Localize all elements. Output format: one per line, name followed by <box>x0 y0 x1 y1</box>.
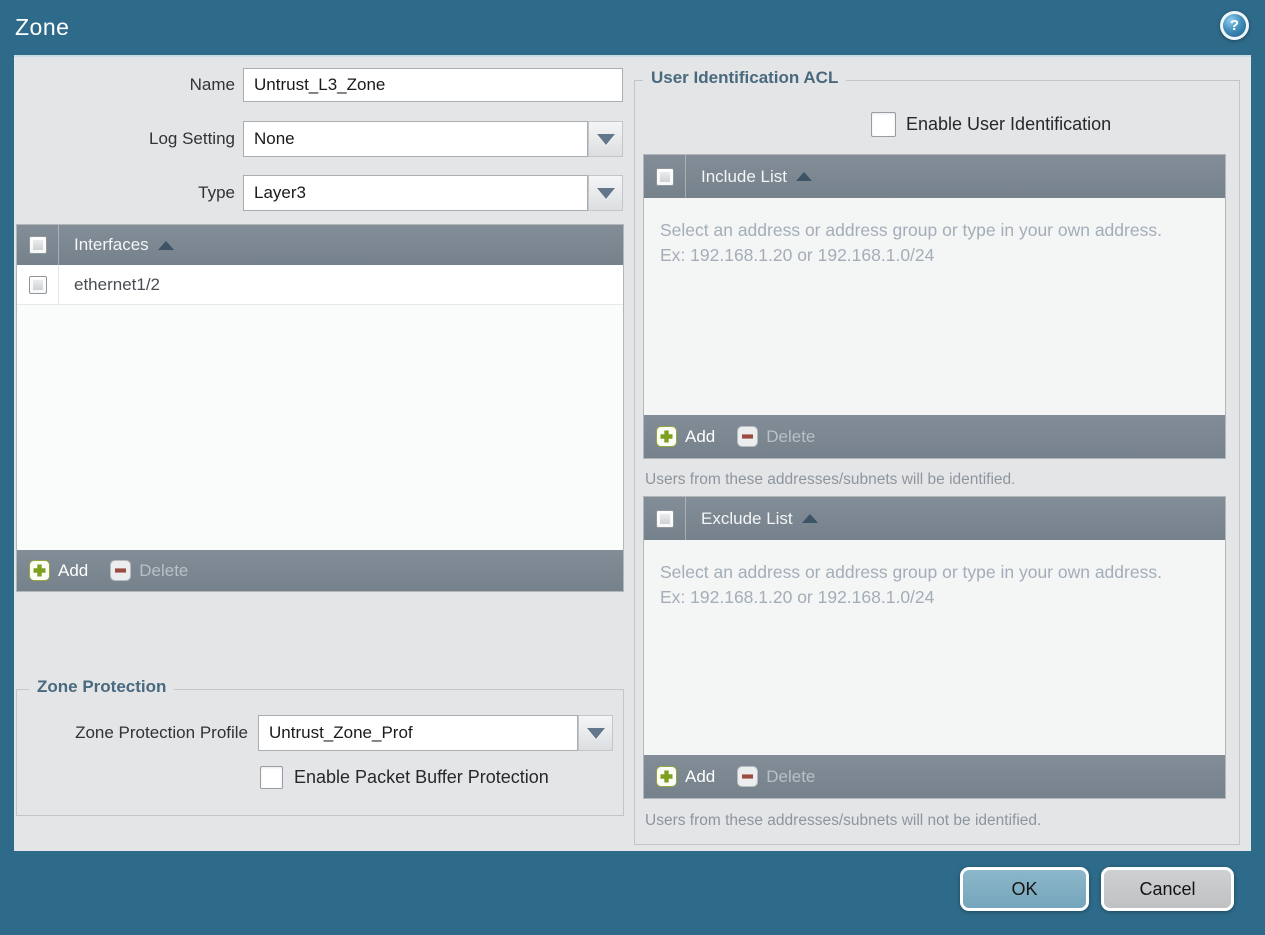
user-identification-legend: User Identification ACL <box>643 68 847 88</box>
minus-icon <box>110 560 132 581</box>
dialog-body-panel: Name Log Setting None Type Layer3 Interf… <box>14 55 1251 851</box>
interface-row[interactable]: ethernet1/2 <box>17 265 623 305</box>
exclude-delete-label: Delete <box>766 766 816 786</box>
exclude-add-label: Add <box>685 766 716 786</box>
plus-icon <box>29 560 50 581</box>
include-select-all-cell <box>644 155 686 198</box>
interfaces-table-body: ethernet1/2 <box>17 265 623 550</box>
include-column-header[interactable]: Include List <box>686 167 812 187</box>
zone-protection-fieldset: Zone Protection Zone Protection Profile … <box>16 677 624 816</box>
exclude-delete-button[interactable]: Delete <box>737 766 815 787</box>
interface-name: ethernet1/2 <box>74 274 161 294</box>
name-label: Name <box>189 75 235 94</box>
interfaces-column-title: Interfaces <box>74 235 149 254</box>
type-label: Type <box>198 183 235 202</box>
user-identification-fieldset: User Identification ACL Enable User Iden… <box>634 68 1240 845</box>
interfaces-table: Interfaces ethernet1/2 Add Delete <box>16 224 624 592</box>
log-setting-label: Log Setting <box>148 129 235 148</box>
zone-protection-profile-combo[interactable]: Untrust_Zone_Prof <box>258 715 578 751</box>
sort-ascending-icon <box>157 240 174 250</box>
interfaces-add-button[interactable]: Add <box>29 560 88 581</box>
dialog-title: Zone <box>15 14 70 40</box>
exclude-select-all-cell <box>644 497 686 540</box>
include-list-toolbar: Add Delete <box>644 415 1225 458</box>
include-column-title: Include List <box>701 166 787 186</box>
type-combo[interactable]: Layer3 <box>243 175 588 211</box>
exclude-list-header: Exclude List <box>644 497 1225 540</box>
include-select-all-checkbox[interactable] <box>655 167 674 186</box>
zone-protection-profile-label: Zone Protection Profile <box>75 723 248 742</box>
include-list-header: Include List <box>644 155 1225 198</box>
help-question-glyph: ? <box>1229 17 1240 34</box>
packet-buffer-protection-label: Enable Packet Buffer Protection <box>294 767 549 787</box>
interface-row-checkbox-cell <box>17 265 59 304</box>
include-list-table: Include List Select an address or addres… <box>643 154 1226 459</box>
minus-icon <box>737 766 759 787</box>
packet-buffer-protection-checkbox[interactable] <box>260 766 283 789</box>
exclude-list-body[interactable]: Select an address or address group or ty… <box>644 540 1225 755</box>
interfaces-table-header: Interfaces <box>17 225 623 265</box>
interfaces-add-label: Add <box>58 560 89 580</box>
help-icon[interactable]: ? <box>1220 11 1249 40</box>
zone-dialog: { "title_bar": { "title": "Zone" }, "ico… <box>0 0 1265 935</box>
log-setting-dropdown-arrow-icon[interactable] <box>588 121 623 157</box>
exclude-list-toolbar: Add Delete <box>644 755 1225 798</box>
chevron-down-icon <box>586 727 605 739</box>
plus-icon <box>656 766 677 787</box>
include-list-body[interactable]: Select an address or address group or ty… <box>644 198 1225 415</box>
include-delete-label: Delete <box>766 426 816 446</box>
include-add-button[interactable]: Add <box>656 426 715 447</box>
enable-user-identification-label: Enable User Identification <box>906 114 1112 134</box>
log-setting-combo[interactable]: None <box>243 121 588 157</box>
exclude-column-header[interactable]: Exclude List <box>686 509 818 529</box>
ok-button[interactable]: OK <box>960 867 1089 911</box>
cancel-button[interactable]: Cancel <box>1101 867 1234 911</box>
zone-protection-profile-dropdown-arrow-icon[interactable] <box>578 715 613 751</box>
chevron-down-icon <box>596 133 615 145</box>
interfaces-table-toolbar: Add Delete <box>17 550 623 591</box>
interfaces-select-all-checkbox[interactable] <box>28 236 47 254</box>
include-delete-button[interactable]: Delete <box>737 426 815 447</box>
name-input[interactable] <box>243 68 623 102</box>
include-list-helper: Users from these addresses/subnets will … <box>645 471 1016 488</box>
include-list-placeholder: Select an address or address group or ty… <box>660 220 1162 265</box>
interfaces-delete-label: Delete <box>139 560 189 580</box>
exclude-select-all-checkbox[interactable] <box>655 509 674 528</box>
exclude-list-helper: Users from these addresses/subnets will … <box>645 812 1042 829</box>
exclude-column-title: Exclude List <box>701 508 793 528</box>
exclude-list-table: Exclude List Select an address or addres… <box>643 496 1226 799</box>
interfaces-select-all-cell <box>17 225 59 265</box>
sort-ascending-icon <box>801 514 818 523</box>
exclude-add-button[interactable]: Add <box>656 766 715 787</box>
enable-user-identification-checkbox[interactable] <box>871 112 896 137</box>
zone-protection-legend: Zone Protection <box>29 677 175 697</box>
sort-ascending-icon <box>796 172 812 181</box>
interface-row-checkbox[interactable] <box>28 275 47 294</box>
minus-icon <box>737 426 759 447</box>
plus-icon <box>656 426 677 447</box>
chevron-down-icon <box>596 187 615 199</box>
exclude-list-placeholder: Select an address or address group or ty… <box>660 562 1162 607</box>
dialog-title-bar: Zone ? <box>0 0 1265 55</box>
type-dropdown-arrow-icon[interactable] <box>588 175 623 211</box>
interfaces-delete-button[interactable]: Delete <box>110 560 188 581</box>
interfaces-column-header[interactable]: Interfaces <box>59 235 174 255</box>
include-add-label: Add <box>685 426 716 446</box>
